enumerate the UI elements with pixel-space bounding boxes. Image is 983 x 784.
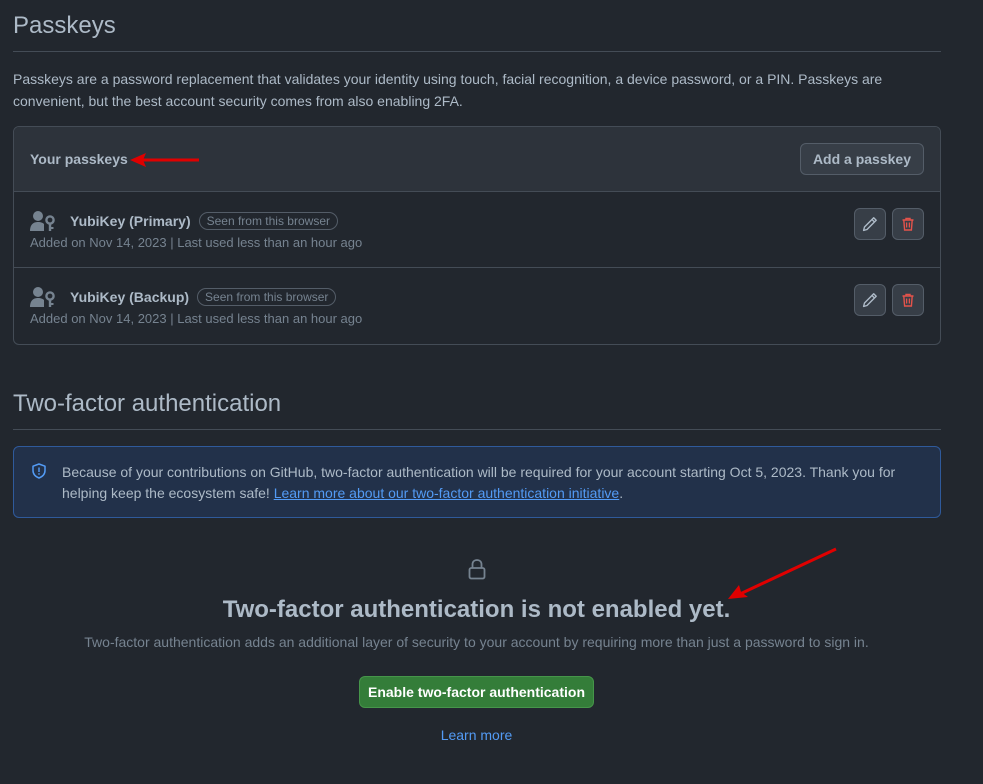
- edit-passkey-button[interactable]: [854, 284, 886, 316]
- two-factor-heading: Two-factor authentication: [13, 390, 282, 417]
- passkey-icon: [30, 287, 55, 307]
- enable-two-factor-button[interactable]: Enable two-factor authentication: [359, 676, 594, 708]
- delete-passkey-button[interactable]: [892, 208, 924, 240]
- passkeys-description: Passkeys are a password replacement that…: [13, 71, 883, 109]
- seen-badge: Seen from this browser: [197, 288, 337, 306]
- pencil-icon: [862, 293, 877, 308]
- notice-learn-more-link[interactable]: Learn more about our two-factor authenti…: [274, 485, 620, 501]
- passkey-name: YubiKey (Backup) Seen from this browser: [70, 288, 337, 306]
- passkeys-heading: Passkeys: [13, 12, 116, 39]
- passkey-icon: [30, 211, 55, 231]
- learn-more-link[interactable]: Learn more: [0, 727, 953, 743]
- passkey-name: YubiKey (Primary) Seen from this browser: [70, 212, 338, 230]
- trash-icon: [902, 293, 914, 307]
- two-factor-status-title: Two-factor authentication is not enabled…: [222, 596, 731, 623]
- trash-icon: [902, 217, 914, 231]
- shield-icon: [32, 463, 46, 479]
- settings-page: Passkeys Passkeys are a password replace…: [0, 0, 983, 784]
- passkey-name-text: YubiKey (Primary): [70, 213, 191, 229]
- add-passkey-button[interactable]: Add a passkey: [799, 143, 924, 175]
- lock-icon: [468, 559, 486, 580]
- passkeys-list-header: Your passkeys Add a passkey: [14, 127, 940, 192]
- two-factor-notice: Because of your contributions on GitHub,…: [13, 446, 941, 518]
- notice-end: .: [619, 485, 624, 501]
- seen-badge: Seen from this browser: [198, 212, 338, 230]
- two-factor-divider: [13, 429, 941, 430]
- passkey-row: YubiKey (Primary) Seen from this browser …: [14, 192, 940, 268]
- delete-passkey-button[interactable]: [892, 284, 924, 316]
- two-factor-status-description: Two-factor authentication adds an additi…: [84, 634, 869, 650]
- annotation-arrow: [728, 547, 837, 599]
- passkeys-list: Your passkeys Add a passkey YubiKey (Pri…: [13, 126, 941, 345]
- edit-passkey-button[interactable]: [854, 208, 886, 240]
- passkey-name-text: YubiKey (Backup): [70, 289, 190, 305]
- passkeys-divider: [13, 51, 941, 52]
- passkey-row: YubiKey (Backup) Seen from this browser A…: [14, 268, 940, 344]
- passkey-meta: Added on Nov 14, 2023 | Last used less t…: [30, 311, 363, 326]
- your-passkeys-title: Your passkeys: [30, 151, 128, 167]
- pencil-icon: [862, 217, 877, 232]
- passkey-meta: Added on Nov 14, 2023 | Last used less t…: [30, 235, 363, 250]
